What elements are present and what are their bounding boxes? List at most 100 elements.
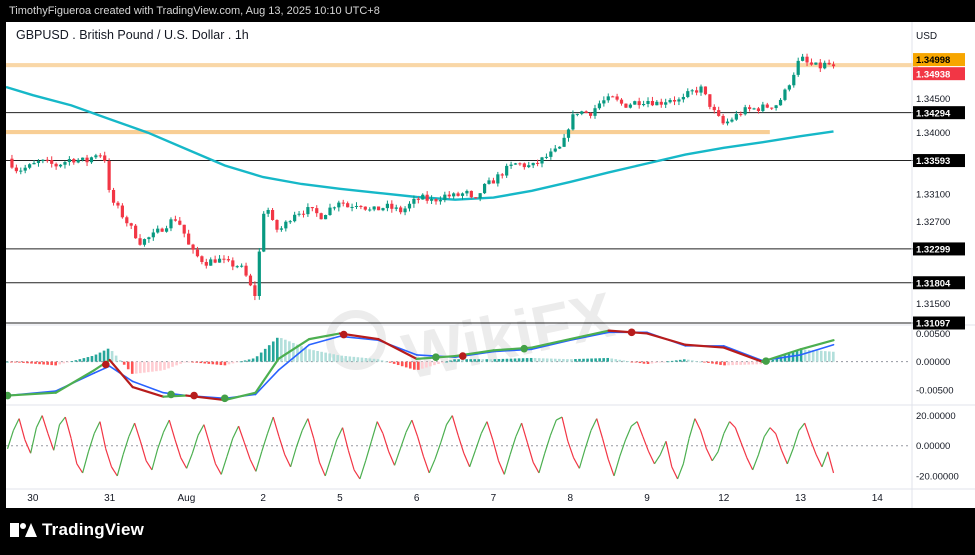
macd-histogram-bar (417, 361, 420, 370)
oscillator-line (47, 433, 55, 451)
macd-histogram-bar (255, 356, 259, 362)
macd-histogram-bar (646, 361, 650, 365)
candle-body (98, 155, 102, 157)
time-tick-label: 14 (872, 493, 884, 504)
macd-histogram-bar (602, 358, 605, 362)
macd-histogram-bar (18, 361, 21, 363)
macd-histogram-bar (686, 359, 690, 362)
macd-line (54, 369, 96, 394)
macd-histogram-bar (412, 361, 416, 370)
oscillator-line (688, 418, 696, 439)
candle-body (142, 239, 147, 245)
candle-body (257, 251, 261, 297)
macd-histogram-bar (251, 358, 255, 362)
macd-cross-marker (458, 352, 467, 360)
candle-body (195, 249, 200, 257)
candle-body (306, 207, 310, 215)
oscillator-line (486, 421, 494, 440)
oscillator-line (469, 450, 476, 468)
candle-body (805, 56, 809, 63)
candle-body (23, 167, 27, 171)
time-axis[interactable]: 30 31 Aug 2 5 6 7 8 9 12 13 14 (27, 493, 883, 504)
macd-histogram-bar (284, 339, 287, 362)
candle-body (240, 265, 244, 267)
candle-body (372, 206, 376, 210)
oscillator-line (677, 463, 684, 480)
candle-body (169, 219, 173, 229)
macd-histogram-bar (525, 358, 529, 362)
candle-body (708, 94, 712, 107)
candle-body (695, 90, 699, 93)
macd-histogram-bar (626, 361, 630, 362)
candle-body (509, 164, 513, 166)
oscillator-line (619, 439, 627, 457)
macd-histogram-bar (348, 356, 352, 362)
oscillator-line (815, 454, 823, 468)
macd-histogram-bar (695, 361, 698, 362)
macd-histogram-bar (147, 361, 150, 373)
oscillator-line (203, 424, 211, 445)
macd-histogram-bar (90, 356, 94, 362)
oscillator-line (769, 427, 777, 435)
oscillator-line (804, 422, 811, 440)
candle-body (734, 114, 738, 120)
macd-histogram-bar (558, 358, 561, 362)
oscillator-line (376, 421, 384, 434)
candle-body (549, 151, 553, 157)
oscillator-line (440, 424, 448, 443)
macd-histogram-bar (14, 361, 17, 363)
candle-body (752, 108, 756, 110)
macd-histogram-bar (22, 361, 25, 363)
macd-histogram-bar (82, 358, 86, 362)
candle-body (160, 228, 164, 232)
oscillator-line (116, 454, 124, 477)
macd-histogram-bar (541, 358, 545, 362)
macd-histogram-bar (259, 352, 263, 362)
macd-histogram-bar (711, 361, 714, 364)
tradingview-logo[interactable]: TradingView (10, 520, 144, 540)
time-tick-label: 8 (567, 493, 573, 504)
candle-body (67, 159, 71, 163)
oscillator-line (671, 466, 679, 480)
oscillator-tick-label: 20.00000 (916, 411, 956, 422)
candle-body (531, 162, 535, 166)
macd-histogram-bar (400, 361, 404, 367)
candle-body (36, 161, 41, 163)
candle-body (690, 90, 694, 92)
candle-body (703, 86, 708, 95)
oscillator-line (532, 462, 540, 474)
oscillator-line (694, 418, 702, 431)
macd-histogram-bar (163, 361, 166, 370)
candle-body (513, 163, 518, 165)
macd-histogram-bar (787, 353, 791, 362)
oscillator-line (272, 416, 280, 437)
oscillator-line (584, 430, 592, 449)
chart-svg[interactable]: WikiFX 1.34500 1.34000 1.33100 1.32700 1.315… (3, 22, 975, 508)
candle-body (421, 194, 425, 200)
candle-body (474, 197, 478, 199)
macd-histogram-bar (320, 351, 323, 362)
macd-histogram-bar (723, 361, 726, 366)
chart-area[interactable]: WikiFX 1.34500 1.34000 1.33100 1.32700 1.315… (3, 22, 975, 508)
tradingview-brand: TradingView (42, 520, 145, 539)
candle-body (14, 167, 18, 172)
oscillator-line (821, 451, 829, 468)
oscillator-line (353, 469, 361, 480)
oscillator-line (151, 448, 159, 471)
oscillator-line (757, 436, 765, 455)
candle-body (50, 160, 54, 164)
macd-histogram-bar (666, 361, 670, 363)
macd-histogram-bar (501, 358, 505, 362)
candle-body (129, 223, 133, 226)
macd-histogram-bar (441, 361, 444, 363)
macd-histogram-bar (126, 361, 130, 370)
macd-histogram-bar (38, 361, 41, 365)
candle-body (438, 200, 443, 202)
candle-body (452, 193, 456, 197)
candle-body (606, 96, 610, 101)
macd-histogram-bar (437, 361, 440, 364)
macd-tick-label: -0.00500 (916, 385, 954, 396)
candle-body (765, 104, 769, 108)
candle-body (792, 74, 796, 86)
candle-body (376, 206, 381, 211)
